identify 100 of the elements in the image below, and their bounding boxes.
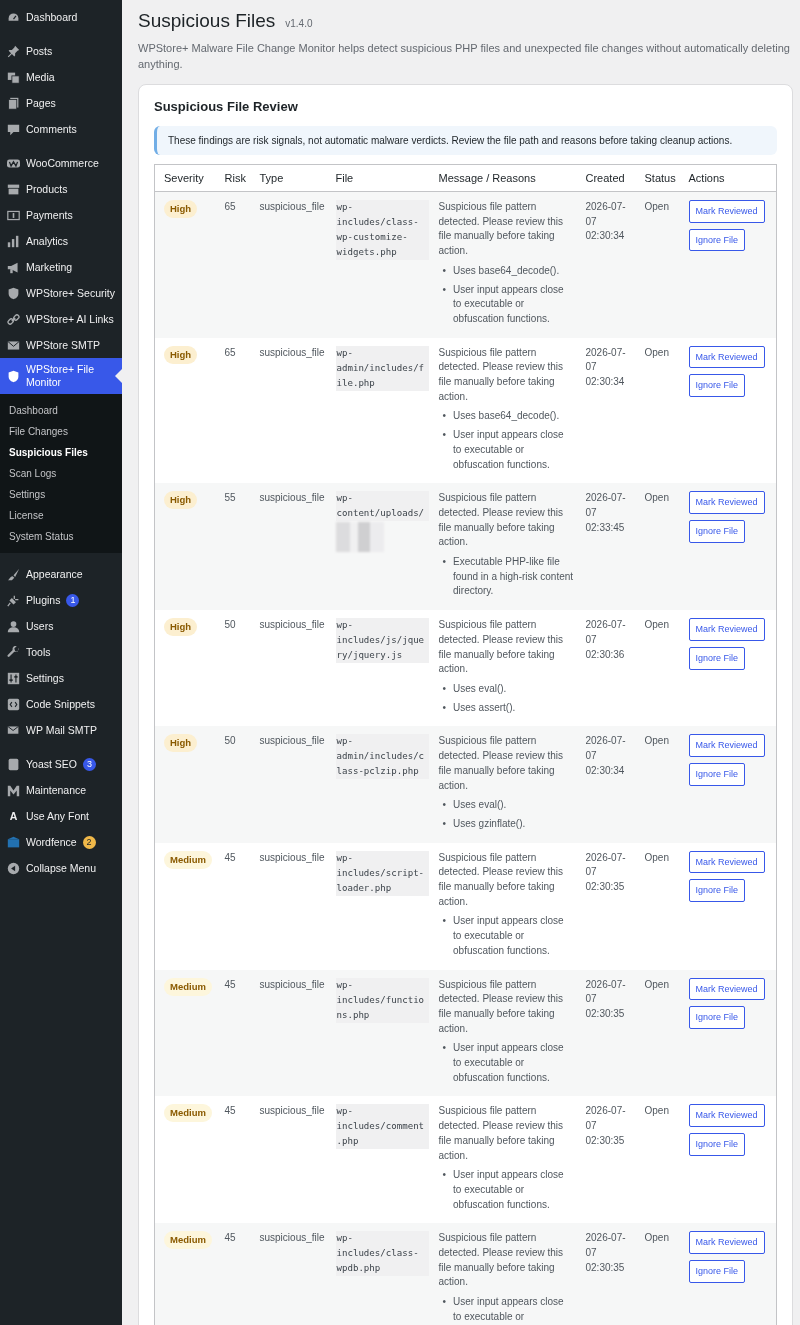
sidebar-item[interactable]: Media	[0, 64, 122, 90]
sidebar-item-label: Maintenance	[26, 783, 87, 797]
created-date: 2026-07-07 02:30:34	[585, 735, 626, 776]
sidebar-item-label: WP Mail SMTP	[26, 723, 97, 737]
risk-score: 45	[224, 978, 236, 990]
submenu-item[interactable]: Settings	[0, 484, 122, 505]
sidebar-item[interactable]: WPStore SMTP	[0, 332, 122, 358]
sidebar-item[interactable]: Dashboard	[0, 4, 122, 30]
message-text: Suspicious file pattern detected. Please review this file manually before taking action.	[438, 618, 564, 677]
status-label: Open	[644, 851, 669, 863]
column-header: File	[326, 164, 430, 192]
sidebar-item[interactable]: Pages	[0, 90, 122, 116]
ignore-file-button[interactable]: Ignore File	[688, 228, 746, 252]
sidebar-item-label: Tools	[26, 645, 51, 659]
sidebar-item[interactable]: WPStore+ File Monitor	[0, 358, 122, 394]
created-date: 2026-07-07 02:30:36	[585, 619, 626, 660]
pages-icon	[7, 96, 20, 110]
sidebar-item[interactable]: Analytics	[0, 228, 122, 254]
reason-item: Uses assert().	[453, 700, 516, 715]
sidebar-item[interactable]: Marketing	[0, 254, 122, 280]
sidebar-item[interactable]: Posts	[0, 38, 122, 64]
sidebar-item[interactable]: Comments	[0, 116, 122, 142]
sidebar-item-label: Dashboard	[26, 10, 78, 24]
wrench-icon	[7, 645, 20, 659]
sidebar-item-label: WooCommerce	[26, 156, 99, 170]
ignore-file-button[interactable]: Ignore File	[688, 879, 746, 902]
mark-reviewed-button[interactable]: Mark Reviewed	[688, 734, 765, 758]
severity-badge: High	[164, 491, 198, 510]
sidebar-item[interactable]: Wordfence 2	[0, 829, 122, 855]
sidebar-item-label: Pages	[26, 96, 56, 110]
sidebar-item[interactable]: WP Mail SMTP	[0, 717, 122, 743]
ignore-file-button[interactable]: Ignore File	[688, 1006, 746, 1029]
ignore-file-button[interactable]: Ignore File	[688, 374, 746, 398]
type-label: suspicious_file	[259, 1105, 325, 1117]
file-path: wp-includes/script-loader.php	[335, 850, 429, 896]
mark-reviewed-button[interactable]: Mark Reviewed	[688, 618, 765, 641]
sidebar-item[interactable]: Users	[0, 613, 122, 639]
list-bullet: •	[442, 682, 446, 696]
message-text: Suspicious file pattern detected. Please review this file manually before taking action.	[438, 734, 564, 793]
submenu-item[interactable]: License	[0, 505, 122, 526]
sidebar-item[interactable]: Appearance	[0, 561, 122, 587]
file-path: wp-includes/functions.php	[335, 977, 429, 1023]
sidebar-item[interactable]: Code Snippets	[0, 691, 122, 717]
sidebar-item[interactable]: Payments	[0, 202, 122, 228]
reason-item: Uses eval().	[453, 798, 507, 813]
submenu-item[interactable]: Scan Logs	[0, 463, 122, 484]
submenu-item[interactable]: File Changes	[0, 421, 122, 442]
building-icon	[7, 835, 20, 849]
list-bullet: •	[442, 282, 446, 297]
page-description: WPStore+ Malware File Change Monitor helps detect suspicious PHP files and unexpected file changes without automatically deleting anything.	[138, 41, 791, 72]
sidebar-item[interactable]: Yoast SEO 3	[0, 751, 122, 777]
ignore-file-button[interactable]: Ignore File	[688, 763, 746, 786]
sidebar-item[interactable]: WPStore+ AI Links	[0, 306, 122, 332]
sidebar-item[interactable]: WooCommerce	[0, 150, 122, 176]
reason-item: Executable PHP-like file found in a high-risk content directory.	[453, 555, 574, 599]
sidebar-item[interactable]: Products	[0, 176, 122, 202]
severity-badge: High	[164, 618, 198, 637]
status-label: Open	[644, 1105, 669, 1117]
submenu-item[interactable]: Suspicious Files	[0, 442, 122, 463]
file-path: wp-admin/includes/file.php	[335, 345, 429, 391]
mark-reviewed-button[interactable]: Mark Reviewed	[688, 1104, 765, 1128]
risk-score: 65	[224, 201, 236, 212]
woo-logo-icon	[7, 156, 20, 170]
sidebar-item-label: Analytics	[26, 234, 68, 248]
sidebar-item[interactable]: WPStore+ Security	[0, 280, 122, 306]
submenu-item[interactable]: Dashboard	[0, 400, 122, 421]
banknote-icon	[7, 208, 20, 222]
ignore-file-button[interactable]: Ignore File	[688, 1133, 746, 1156]
created-date: 2026-07-07 02:30:34	[585, 346, 626, 388]
ignore-file-button[interactable]: Ignore File	[688, 519, 746, 543]
risk-score: 65	[224, 346, 236, 358]
severity-badge: Medium	[164, 1104, 212, 1123]
list-bullet: •	[442, 1168, 446, 1183]
ignore-file-button[interactable]: Ignore File	[688, 646, 746, 670]
sidebar-item-label: WPStore SMTP	[26, 338, 101, 352]
mark-reviewed-button[interactable]: Mark Reviewed	[688, 345, 765, 369]
sidebar-item[interactable]: Plugins 1	[0, 587, 122, 613]
sidebar-item-label: Marketing	[26, 260, 73, 274]
sidebar-item-label: Settings	[26, 671, 64, 685]
message-text: Suspicious file pattern detected. Please review this file manually before taking action.	[438, 345, 564, 404]
list-bullet: •	[442, 816, 446, 831]
sidebar-item[interactable]: Settings	[0, 665, 122, 691]
mark-reviewed-button[interactable]: Mark Reviewed	[688, 1231, 765, 1255]
sidebar-item[interactable]: Maintenance	[0, 777, 122, 803]
mark-reviewed-button[interactable]: Mark Reviewed	[688, 491, 765, 514]
submenu-item[interactable]: System Status	[0, 526, 122, 547]
list-bullet: •	[442, 700, 446, 715]
list-bullet: •	[442, 409, 446, 424]
mark-reviewed-button[interactable]: Mark Reviewed	[688, 977, 765, 1001]
envelope-icon	[7, 338, 20, 352]
reason-item: Uses base64_decode().	[453, 263, 560, 278]
sidebar-item[interactable]: Collapse Menu	[0, 855, 122, 881]
type-label: suspicious_file	[259, 201, 325, 212]
ignore-file-button[interactable]: Ignore File	[688, 1260, 746, 1283]
sidebar-item[interactable]: Tools	[0, 639, 122, 665]
reason-item: User input appears close to executable or obfuscation functions.	[453, 428, 565, 472]
sidebar-item[interactable]: A Use Any Font	[0, 803, 122, 829]
mark-reviewed-button[interactable]: Mark Reviewed	[688, 200, 765, 223]
sidebar-item-label: Code Snippets	[26, 697, 95, 711]
mark-reviewed-button[interactable]: Mark Reviewed	[688, 850, 765, 874]
